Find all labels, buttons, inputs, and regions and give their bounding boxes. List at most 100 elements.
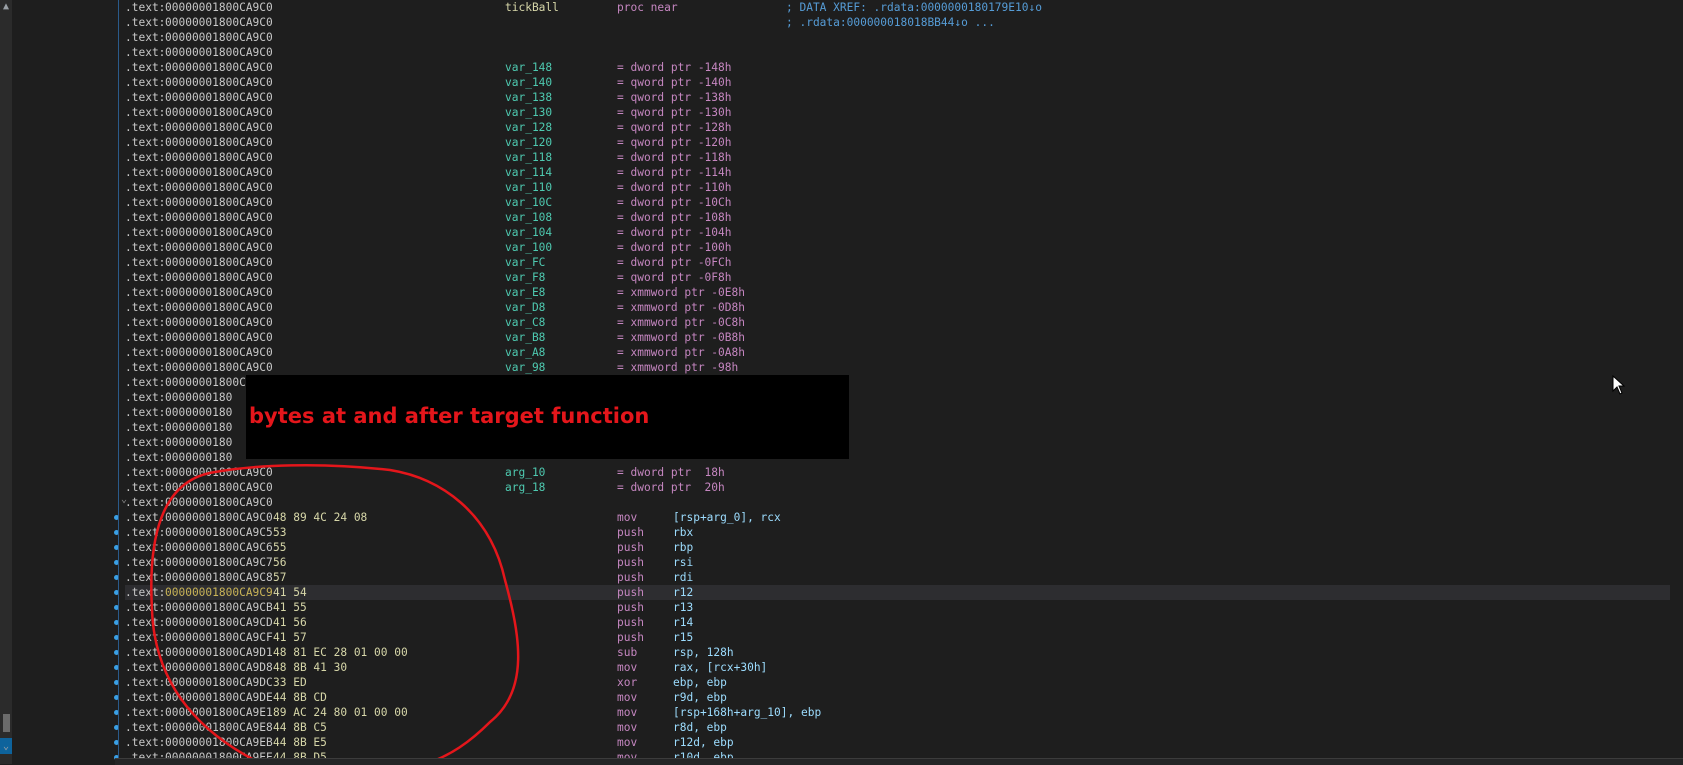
listing-line[interactable]: .text: 00000001800CA9CD 41 56 push r14 — [125, 615, 1670, 630]
listing-line[interactable]: .text: 00000001800CA9C0 var_104 = dword ptr… — [125, 225, 1670, 240]
segment-prefix: .text: — [125, 61, 166, 74]
listing-line[interactable]: .text: 00000001800CA9C0 var_FC = dword ptr … — [125, 255, 1670, 270]
listing-line[interactable]: .text: 00000001800CA9DC 33 ED xor ebp, ebp — [125, 675, 1670, 690]
listing-line[interactable]: .text: 00000001800CA9C0 var_140 = qword ptr… — [125, 75, 1670, 90]
scroll-up-arrow-icon[interactable]: ▲ — [0, 0, 12, 14]
address: 00000001800CA9D8 — [165, 661, 273, 674]
listing-line[interactable]: .text: 00000001800CA9CB 41 55 push r13 — [125, 600, 1670, 615]
listing-line[interactable]: .text: 00000001800CA9C6 55 push rbp — [125, 540, 1670, 555]
address: 00000001800CA9C0 — [165, 316, 273, 329]
segment-prefix: .text: — [125, 226, 166, 239]
stack-variable-name: var_C8 — [505, 316, 546, 329]
segment-prefix: .text: — [125, 1, 166, 14]
listing-line[interactable]: .text: 00000001800CA9C0 var_128 = qword ptr… — [125, 120, 1670, 135]
listing-line[interactable]: .text: 00000001800CA9C0 var_E8 = xmmword pt… — [125, 285, 1670, 300]
address: 0000000180 — [165, 406, 233, 419]
listing-line[interactable]: .text: 00000001800CA9C9 41 54 push r12 — [125, 585, 1670, 600]
listing-line[interactable]: .text: 00000001800CA9C5 53 push rbx — [125, 525, 1670, 540]
listing-line[interactable]: .text: 00000001800CA9C0 var_10C = dword ptr… — [125, 195, 1670, 210]
listing-line[interactable]: .text: 00000001800CA9C0 var_D8 = xmmword pt… — [125, 300, 1670, 315]
listing-line[interactable]: .text: 00000001800CA9C0 var_A8 = xmmword pt… — [125, 345, 1670, 360]
segment-prefix: .text: — [125, 406, 166, 419]
listing-line[interactable]: .text: 00000001800CA9D1 48 81 EC 28 01 00 … — [125, 645, 1670, 660]
listing-line[interactable]: .text: 00000001800CA9E1 89 AC 24 80 01 00 … — [125, 705, 1670, 720]
opcode-bytes: 48 8B 41 30 — [273, 661, 348, 674]
listing-line[interactable]: .text: 00000001800CA9C0 var_110 = dword ptr… — [125, 180, 1670, 195]
breakpoint-gutter[interactable] — [12, 0, 120, 764]
operands: r8d, ebp — [673, 721, 727, 734]
listing-line[interactable]: .text: 00000001800CA9D8 48 8B 41 30 mov rax,… — [125, 660, 1670, 675]
listing-line[interactable]: .text: 00000001800CA9C0 var_130 = qword ptr… — [125, 105, 1670, 120]
segment-prefix: .text: — [125, 466, 166, 479]
segment-prefix: .text: — [125, 241, 166, 254]
listing-line[interactable]: .text: 00000001800CA9C0 — [125, 30, 1670, 45]
directive: = xmmword ptr -98h — [617, 361, 739, 374]
directive: = dword ptr 20h — [617, 481, 725, 494]
address: 00000001800CA9C0 — [165, 256, 273, 269]
listing-line[interactable]: .text: 00000001800CA9C0 — [125, 45, 1670, 60]
operands: r9d, ebp — [673, 691, 727, 704]
segment-prefix: .text: — [125, 286, 166, 299]
listing-line[interactable]: .text: 00000001800CA9CF 41 57 push r15 — [125, 630, 1670, 645]
stack-variable-name: var_F8 — [505, 271, 546, 284]
listing-line[interactable]: .text: 00000001800CA9C0 var_C8 = xmmword pt… — [125, 315, 1670, 330]
segment-prefix: .text: — [125, 46, 166, 59]
listing-line[interactable]: .text: 00000001800CA9C0 var_108 = dword ptr… — [125, 210, 1670, 225]
segment-prefix: .text: — [125, 646, 166, 659]
directive: = qword ptr -138h — [617, 91, 732, 104]
directive: = dword ptr -0FCh — [617, 256, 732, 269]
segment-prefix: .text: — [125, 616, 166, 629]
stack-variable-name: var_138 — [505, 91, 553, 104]
operands: ebp, ebp — [673, 676, 727, 689]
listing-line[interactable]: .text: 00000001800CA9C0 var_138 = qword ptr… — [125, 90, 1670, 105]
address: 00000001800CA9CB — [165, 601, 273, 614]
address: 00000001800CA9C0 — [165, 241, 273, 254]
listing-line[interactable]: .text: 00000001800CA9C0 var_B8 = xmmword pt… — [125, 330, 1670, 345]
address: 00000001800CA9C0 — [165, 16, 273, 29]
listing-line[interactable]: .text: 00000001800CA9C0 var_100 = dword ptr… — [125, 240, 1670, 255]
listing-line[interactable]: .text: 00000001800CA9C0 tickBall proc near;… — [125, 0, 1670, 15]
opcode-bytes: 41 54 — [273, 586, 307, 599]
listing-line[interactable]: .text: 00000001800CA9C0 var_98 = xmmword pt… — [125, 360, 1670, 375]
listing-line[interactable]: .text: 00000001800CA9C0 arg_18 = dword ptr … — [125, 480, 1670, 495]
address: 00000001800CA9C0 — [165, 121, 273, 134]
scroll-down-arrow-icon[interactable]: ⌄ — [0, 740, 12, 754]
directive: = dword ptr -148h — [617, 61, 732, 74]
segment-prefix: .text: — [125, 331, 166, 344]
mnemonic: mov — [617, 736, 638, 749]
segment-prefix: .text: — [125, 496, 166, 509]
listing-line[interactable]: .text: 00000001800CA9C0 var_148 = dword ptr… — [125, 60, 1670, 75]
operands: rax, [rcx+30h] — [673, 661, 768, 674]
address: 00000001800CA9C0 — [165, 181, 273, 194]
operands: r15 — [673, 631, 694, 644]
opcode-bytes: 56 — [273, 556, 287, 569]
segment-prefix: .text: — [125, 16, 166, 29]
segment-prefix: .text: — [125, 316, 166, 329]
listing-line[interactable]: .text: 00000001800CA9C8 57 push rdi — [125, 570, 1670, 585]
listing-line[interactable]: .text: 00000001800CA9C0 arg_10 = dword ptr … — [125, 465, 1670, 480]
scrollbar-thumb[interactable] — [3, 714, 10, 732]
directive: = xmmword ptr -0B8h — [617, 331, 745, 344]
address: 00000001800CA9C8 — [165, 571, 273, 584]
address: 00000001800CA9C0 — [165, 91, 273, 104]
mnemonic: sub — [617, 646, 638, 659]
address: 0000000180 — [165, 421, 233, 434]
listing-line[interactable]: .text: 00000001800CA9C0 ; .rdata:000000018… — [125, 15, 1670, 30]
listing-line[interactable]: .text: 00000001800CA9C0 var_F8 = qword ptr … — [125, 270, 1670, 285]
vertical-scrollbar[interactable]: ▲ ⌄ — [0, 0, 12, 764]
listing-line[interactable]: .text: 00000001800CA9C0 48 89 4C 24 08 mov [… — [125, 510, 1670, 525]
listing-line[interactable]: .text: 00000001800CA9C0 var_114 = dword ptr… — [125, 165, 1670, 180]
listing-line[interactable]: .text: 00000001800CA9C0 — [125, 495, 1670, 510]
listing-line[interactable]: .text: 00000001800CA9EB 44 8B E5 mov r12d, e… — [125, 735, 1670, 750]
listing-line[interactable]: .text: 00000001800CA9C0 var_120 = qword ptr… — [125, 135, 1670, 150]
listing-line[interactable]: .text: 00000001800CA9DE 44 8B CD mov r9d, eb… — [125, 690, 1670, 705]
stack-variable-name: var_118 — [505, 151, 553, 164]
listing-line[interactable]: .text: 00000001800CA9C0 var_118 = dword ptr… — [125, 150, 1670, 165]
mnemonic: mov — [617, 511, 638, 524]
directive: = xmmword ptr -0D8h — [617, 301, 745, 314]
operands: r14 — [673, 616, 694, 629]
directive: = dword ptr -110h — [617, 181, 732, 194]
listing-line[interactable]: .text: 00000001800CA9C7 56 push rsi — [125, 555, 1670, 570]
segment-prefix: .text: — [125, 121, 166, 134]
listing-line[interactable]: .text: 00000001800CA9E8 44 8B C5 mov r8d, eb… — [125, 720, 1670, 735]
